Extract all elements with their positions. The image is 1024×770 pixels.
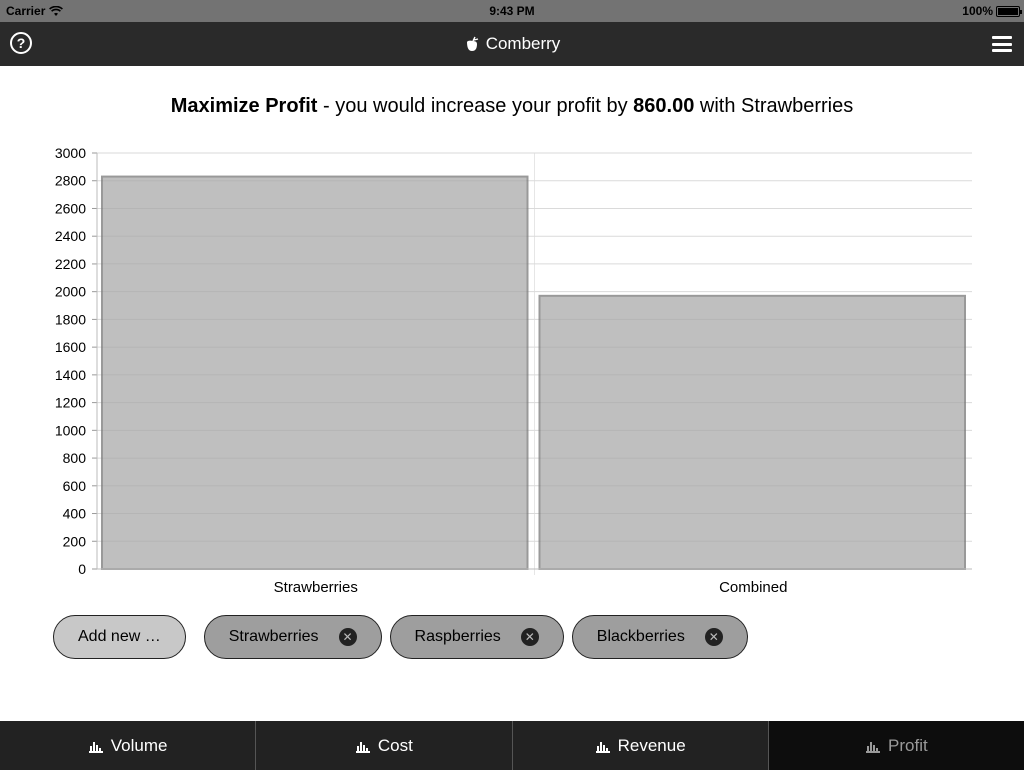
y-tick-label: 200 — [63, 533, 87, 549]
battery-percent: 100% — [962, 4, 993, 18]
status-time: 9:43 PM — [489, 4, 535, 18]
app-title-label: Comberry — [485, 34, 561, 53]
y-tick-label: 3000 — [55, 145, 86, 161]
y-tick-label: 2400 — [55, 228, 86, 244]
bar-chart-icon — [355, 741, 370, 753]
y-tick-label: 1200 — [55, 395, 86, 411]
remove-icon[interactable]: ✕ — [338, 628, 357, 646]
tab-label: Profit — [888, 735, 928, 755]
bar-chart-icon — [88, 741, 103, 753]
remove-icon[interactable]: ✕ — [704, 628, 723, 646]
tab-label: Volume — [110, 735, 168, 755]
fruit-chip-blackberries[interactable]: Blackberries ✕ — [571, 615, 748, 659]
app-title: Comberry — [0, 34, 1024, 54]
y-tick-label: 0 — [78, 561, 86, 577]
profit-chart: 0 200 400 600 800 1000 1200 1400 1600 1800 2000 220… — [55, 145, 972, 596]
y-tick-label: 2800 — [55, 173, 86, 189]
bar-chart-icon — [866, 741, 881, 753]
help-icon[interactable]: ? — [10, 32, 32, 54]
bar-chart-icon — [595, 741, 610, 753]
add-new-label: Add new … — [78, 628, 161, 645]
tab-profit[interactable]: Profit — [768, 721, 1024, 770]
heading-value: 860.00 — [633, 95, 695, 117]
remove-icon[interactable]: ✕ — [520, 628, 539, 646]
y-tick-label: 600 — [63, 478, 87, 494]
x-tick-label: Strawberries — [274, 579, 358, 596]
y-tick-label: 1800 — [55, 311, 86, 327]
heading-middle: - you would increase your profit by — [317, 95, 634, 117]
bar-strawberries — [101, 175, 529, 570]
y-tick-label: 400 — [63, 506, 87, 522]
menu-icon[interactable] — [992, 36, 1012, 52]
heading-title: Maximize Profit — [170, 95, 318, 117]
tab-revenue[interactable]: Revenue — [513, 721, 769, 770]
fruit-chip-label: Raspberries — [414, 628, 501, 645]
y-tick-label: 1000 — [55, 422, 86, 438]
x-tick-label: Combined — [719, 579, 787, 596]
fruit-chips: Add new … Strawberries ✕ Raspberries ✕ B… — [53, 615, 748, 659]
battery-icon — [996, 5, 1022, 17]
tab-volume[interactable]: Volume — [0, 721, 257, 770]
y-tick-label: 1600 — [55, 339, 86, 355]
fruit-chip-list: Strawberries ✕ Raspberries ✕ Blackberrie… — [203, 615, 748, 659]
tab-bar: Volume Cost Revenue Profit — [0, 721, 1024, 770]
fruit-chip-strawberries[interactable]: Strawberries ✕ — [203, 615, 382, 659]
y-tick-label: 1400 — [55, 367, 86, 383]
bar-combined — [538, 294, 966, 570]
y-tick-label: 2200 — [55, 256, 86, 272]
fruit-chip-raspberries[interactable]: Raspberries ✕ — [389, 615, 564, 659]
tab-label: Revenue — [617, 735, 686, 755]
tab-cost[interactable]: Cost — [256, 721, 513, 770]
tab-label: Cost — [377, 735, 413, 755]
add-new-button[interactable]: Add new … — [53, 615, 186, 659]
profit-heading: Maximize Profit - you would increase you… — [0, 95, 1024, 118]
heading-end: with Strawberries — [694, 95, 854, 117]
fruit-chip-label: Blackberries — [596, 628, 685, 645]
berry-logo-icon — [466, 36, 478, 51]
y-tick-label: 800 — [63, 450, 87, 466]
fruit-chip-label: Strawberries — [228, 628, 319, 645]
y-tick-label: 2000 — [55, 284, 86, 300]
status-bar: Carrier 9:43 PM 100% — [0, 0, 1024, 22]
nav-bar: ? Comberry — [0, 22, 1024, 66]
battery-group: 100% — [962, 4, 1022, 18]
y-tick-label: 2600 — [55, 200, 86, 216]
